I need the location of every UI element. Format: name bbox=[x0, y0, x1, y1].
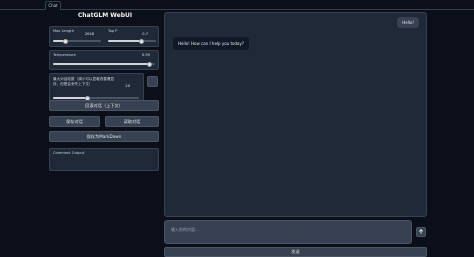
chat-panel: Hello! Hello! How can I help you today? bbox=[164, 12, 427, 217]
rounds-value[interactable]: 20 bbox=[122, 84, 130, 88]
temperature-slider-fill bbox=[53, 63, 150, 65]
load-button[interactable]: 读取对话 bbox=[105, 116, 159, 127]
save-markdown-button[interactable]: 保存为MarkDown bbox=[49, 131, 159, 142]
sampling-params-block: Max Length 2048 Top P 0.7 bbox=[49, 26, 159, 47]
rounds-slider-fill bbox=[53, 97, 88, 99]
max-length-slider-thumb[interactable] bbox=[62, 38, 68, 44]
app-title: ChatGLM WebUI bbox=[77, 12, 133, 19]
top-p-label: Top P bbox=[108, 29, 118, 33]
rounds-slider[interactable] bbox=[53, 95, 139, 101]
max-length-slider[interactable] bbox=[53, 38, 101, 44]
rounds-label: 最大对话轮数（调小可以显著改善爆显存，但是会丢失上下文） bbox=[53, 77, 115, 86]
max-length-value[interactable]: 2048 bbox=[78, 32, 94, 36]
comment-output-label: Comment Output bbox=[53, 151, 85, 155]
top-p-slider-thumb[interactable] bbox=[139, 38, 145, 44]
comment-output: Comment Output bbox=[49, 148, 159, 171]
chat-input[interactable]: 输入你的内容... bbox=[164, 220, 412, 244]
temperature-slider[interactable] bbox=[53, 61, 155, 67]
send-button[interactable]: 发送 bbox=[164, 247, 427, 257]
revert-button[interactable]: 回滚对话（上下文） bbox=[49, 100, 159, 111]
bot-message: Hello! How can I help you today? bbox=[173, 37, 249, 50]
tab-bar: Chat bbox=[0, 0, 474, 10]
top-p-value[interactable]: 0.7 bbox=[136, 32, 148, 36]
top-p-slider[interactable] bbox=[108, 38, 156, 44]
rounds-block: 最大对话轮数（调小可以显著改善爆显存，但是会丢失上下文） 20 bbox=[49, 73, 144, 103]
temperature-slider-thumb[interactable] bbox=[147, 61, 153, 67]
save-button[interactable]: 保存对话 bbox=[49, 116, 100, 127]
rounds-reset-button[interactable] bbox=[147, 76, 158, 87]
max-length-label: Max Length bbox=[53, 29, 74, 33]
temperature-block: Temperature 0.95 bbox=[49, 50, 159, 70]
tab-chat[interactable]: Chat bbox=[45, 1, 61, 10]
upload-button[interactable] bbox=[416, 227, 426, 237]
upload-icon bbox=[418, 228, 424, 234]
settings-panel: ChatGLM WebUI Max Length 2048 Top P 0.7 … bbox=[45, 10, 165, 255]
temperature-label: Temperature bbox=[53, 53, 76, 57]
top-p-slider-fill bbox=[108, 40, 142, 42]
temperature-value[interactable]: 0.95 bbox=[136, 53, 150, 57]
user-message: Hello! bbox=[397, 17, 419, 28]
